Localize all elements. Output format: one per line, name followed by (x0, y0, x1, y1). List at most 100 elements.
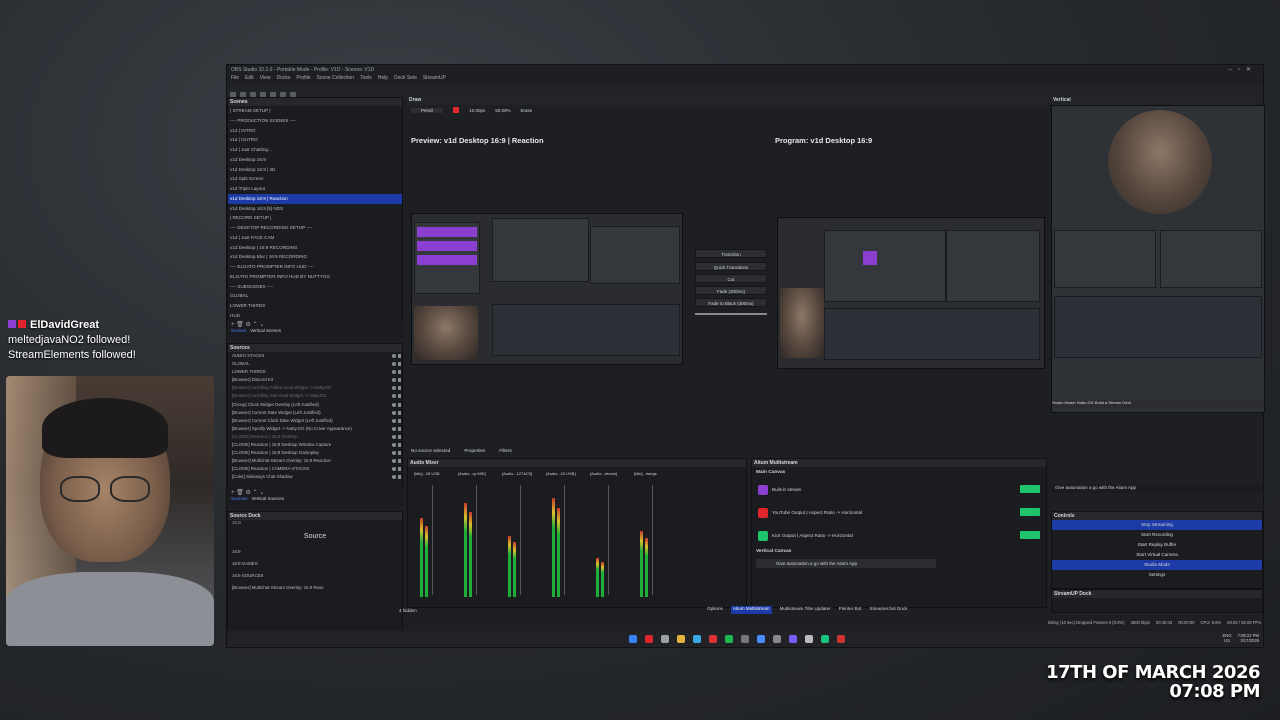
source-item[interactable]: [Browser] Scrolling Follow Goal Widget -… (228, 384, 402, 392)
draw-color-swatch[interactable] (453, 107, 460, 113)
visibility-eye-icon[interactable] (392, 370, 396, 375)
lock-icon[interactable] (398, 402, 401, 407)
lock-icon[interactable] (398, 467, 401, 472)
visibility-eye-icon[interactable] (392, 459, 396, 464)
bottom-tab[interactable]: Multistream Title Updater (780, 606, 831, 614)
filters-button[interactable]: Filters (499, 448, 512, 453)
folder-icon[interactable] (677, 635, 685, 643)
visibility-eye-icon[interactable] (392, 434, 396, 439)
menu-item[interactable]: Profile (296, 75, 310, 84)
lock-icon[interactable] (398, 410, 401, 415)
scene-item[interactable]: v1d Desktop 16:9 [5] NDS (228, 204, 402, 214)
scene-item[interactable]: ELGATO PROMPTER INFO HUD BY NUTTYGG (228, 272, 402, 282)
visibility-eye-icon[interactable] (392, 475, 396, 480)
scene-item[interactable]: v1d | OUTRO (228, 135, 402, 145)
app-icon[interactable] (805, 635, 813, 643)
visibility-eye-icon[interactable] (392, 362, 396, 367)
output-toggle[interactable] (1020, 531, 1040, 539)
scene-item[interactable]: v1d | INTRO (228, 126, 402, 136)
visibility-eye-icon[interactable] (392, 394, 396, 399)
scene-item[interactable]: v1d Triple Layout (228, 184, 402, 194)
fade-black-button[interactable]: Fade to Black (300ms) (695, 298, 767, 307)
menu-item[interactable]: Scene Collection (317, 75, 355, 84)
t-bar[interactable] (695, 313, 767, 315)
tray-date[interactable]: 3/17/2026 (1238, 638, 1259, 643)
transition-button[interactable]: Transition (695, 249, 767, 258)
window-controls[interactable]: –▫✕ (1229, 66, 1258, 73)
bottom-tab[interactable]: Aitum Multistream (730, 606, 772, 614)
control-button[interactable]: Start Virtual Camera (1052, 550, 1262, 560)
visibility-eye-icon[interactable] (392, 410, 396, 415)
source-dock-item[interactable]: [Browser] Multichat-Stream Overlay: 16:9… (228, 582, 402, 594)
draw-tool-select[interactable]: Pencil (411, 107, 444, 113)
source-item[interactable]: [Browser] Scrolling Sub Goal Widget -> N… (228, 392, 402, 400)
scene-item[interactable]: v1d Split Screen (228, 174, 402, 184)
app-icon[interactable] (773, 635, 781, 643)
app-icon[interactable] (741, 635, 749, 643)
scene-item[interactable]: ---- PRODUCTION SCENES ---- (228, 116, 402, 126)
scene-item[interactable]: ---- DESKTOP RECORDING SETUP ---- (228, 223, 402, 233)
scene-item[interactable]: ---- SUBSCENES ---- (228, 282, 402, 292)
lock-icon[interactable] (398, 386, 401, 391)
draw-size-input[interactable]: 10,00px (469, 108, 485, 113)
lock-icon[interactable] (398, 354, 401, 358)
lock-icon[interactable] (398, 362, 401, 367)
source-dock-item[interactable]: 16:9 (228, 546, 402, 558)
scene-item[interactable]: LOWER THIRDS (228, 301, 402, 311)
store-icon[interactable] (693, 635, 701, 643)
source-item[interactable]: [Browser] Current Date Widget (Left Just… (228, 409, 402, 417)
visibility-eye-icon[interactable] (392, 402, 396, 407)
lock-icon[interactable] (398, 370, 401, 375)
volume-slider[interactable] (608, 485, 609, 595)
control-button[interactable]: Stop Streaming (1052, 520, 1262, 530)
menu-item[interactable]: Dock Sets (394, 75, 417, 84)
menu-item[interactable]: File (231, 75, 239, 84)
control-button[interactable]: Studio Mode (1052, 560, 1262, 570)
volume-slider[interactable] (520, 485, 521, 595)
control-button[interactable]: Settings (1052, 570, 1262, 580)
source-item[interactable]: [Browser] Spotify Widget -> Nutty.GG (No… (228, 425, 402, 433)
volume-slider[interactable] (432, 485, 433, 595)
source-item[interactable]: [Browser] Multichat-Stream Overlay: 16:9… (228, 457, 402, 465)
tray-region[interactable]: US (1223, 638, 1232, 643)
visibility-eye-icon[interactable] (392, 354, 396, 358)
source-item[interactable]: [Browser] Discord Kit (228, 376, 402, 384)
scene-add-remove-controls[interactable]: + 🗑 ⚙ ⌃ ⌄ (227, 321, 403, 328)
tab-sources[interactable]: Sources (231, 496, 248, 501)
scene-item[interactable]: v1d Desktop 16:9 | 3D (228, 165, 402, 175)
visibility-eye-icon[interactable] (392, 451, 396, 456)
lock-icon[interactable] (398, 394, 401, 399)
visibility-eye-icon[interactable] (392, 443, 396, 448)
source-item[interactable]: [CLONE] Reaction | CAMERA-STACKS (228, 465, 402, 473)
source-item[interactable]: [Group] Clock Widget Overlay (Left Justi… (228, 401, 402, 409)
menu-item[interactable]: Tools (360, 75, 372, 84)
scene-item[interactable]: | RECORD SETUP | (228, 213, 402, 223)
scene-item[interactable]: v1d Desktop | 16:9 RECORDING (228, 243, 402, 253)
menu-item[interactable]: Help (378, 75, 388, 84)
menu-item[interactable]: Docks (276, 75, 290, 84)
source-add-remove-controls[interactable]: + 🗑 ⚙ ⌃ ⌄ (227, 489, 403, 496)
scene-item[interactable]: v1d | Just FACE CAM (228, 233, 402, 243)
lock-icon[interactable] (398, 378, 401, 383)
scene-item[interactable]: HUD (228, 311, 402, 321)
source-item[interactable]: AUDIO STACKS (228, 352, 402, 360)
output-toggle[interactable] (1020, 485, 1040, 493)
draw-opacity-input[interactable]: 50,00% (495, 108, 510, 113)
control-button[interactable]: Start Recording (1052, 530, 1262, 540)
source-item[interactable]: [CLONE] Reaction | 16:9 Desktop Window C… (228, 441, 402, 449)
lock-icon[interactable] (398, 459, 401, 464)
source-item[interactable]: [CLONE] Reaction | 16:9 Desktop Gameplay (228, 449, 402, 457)
hidden-count[interactable]: 4 hidden (399, 608, 417, 613)
bottom-tab[interactable]: Streamer.bot Dock (869, 606, 907, 614)
cut-button[interactable]: Cut (695, 274, 767, 283)
draw-erase-checkbox[interactable]: Erase (521, 108, 533, 113)
visibility-eye-icon[interactable] (392, 378, 396, 383)
bottom-tab[interactable]: Options (707, 606, 723, 614)
scene-item[interactable]: ---- ELGATO PROMPTER INFO HUD ---- (228, 262, 402, 272)
streamerbot-icon[interactable] (837, 635, 845, 643)
menu-item[interactable]: View (260, 75, 271, 84)
bottom-tab[interactable]: Pointer Bot (839, 606, 862, 614)
visibility-eye-icon[interactable] (392, 467, 396, 472)
visibility-eye-icon[interactable] (392, 426, 396, 431)
volume-slider[interactable] (476, 485, 477, 595)
